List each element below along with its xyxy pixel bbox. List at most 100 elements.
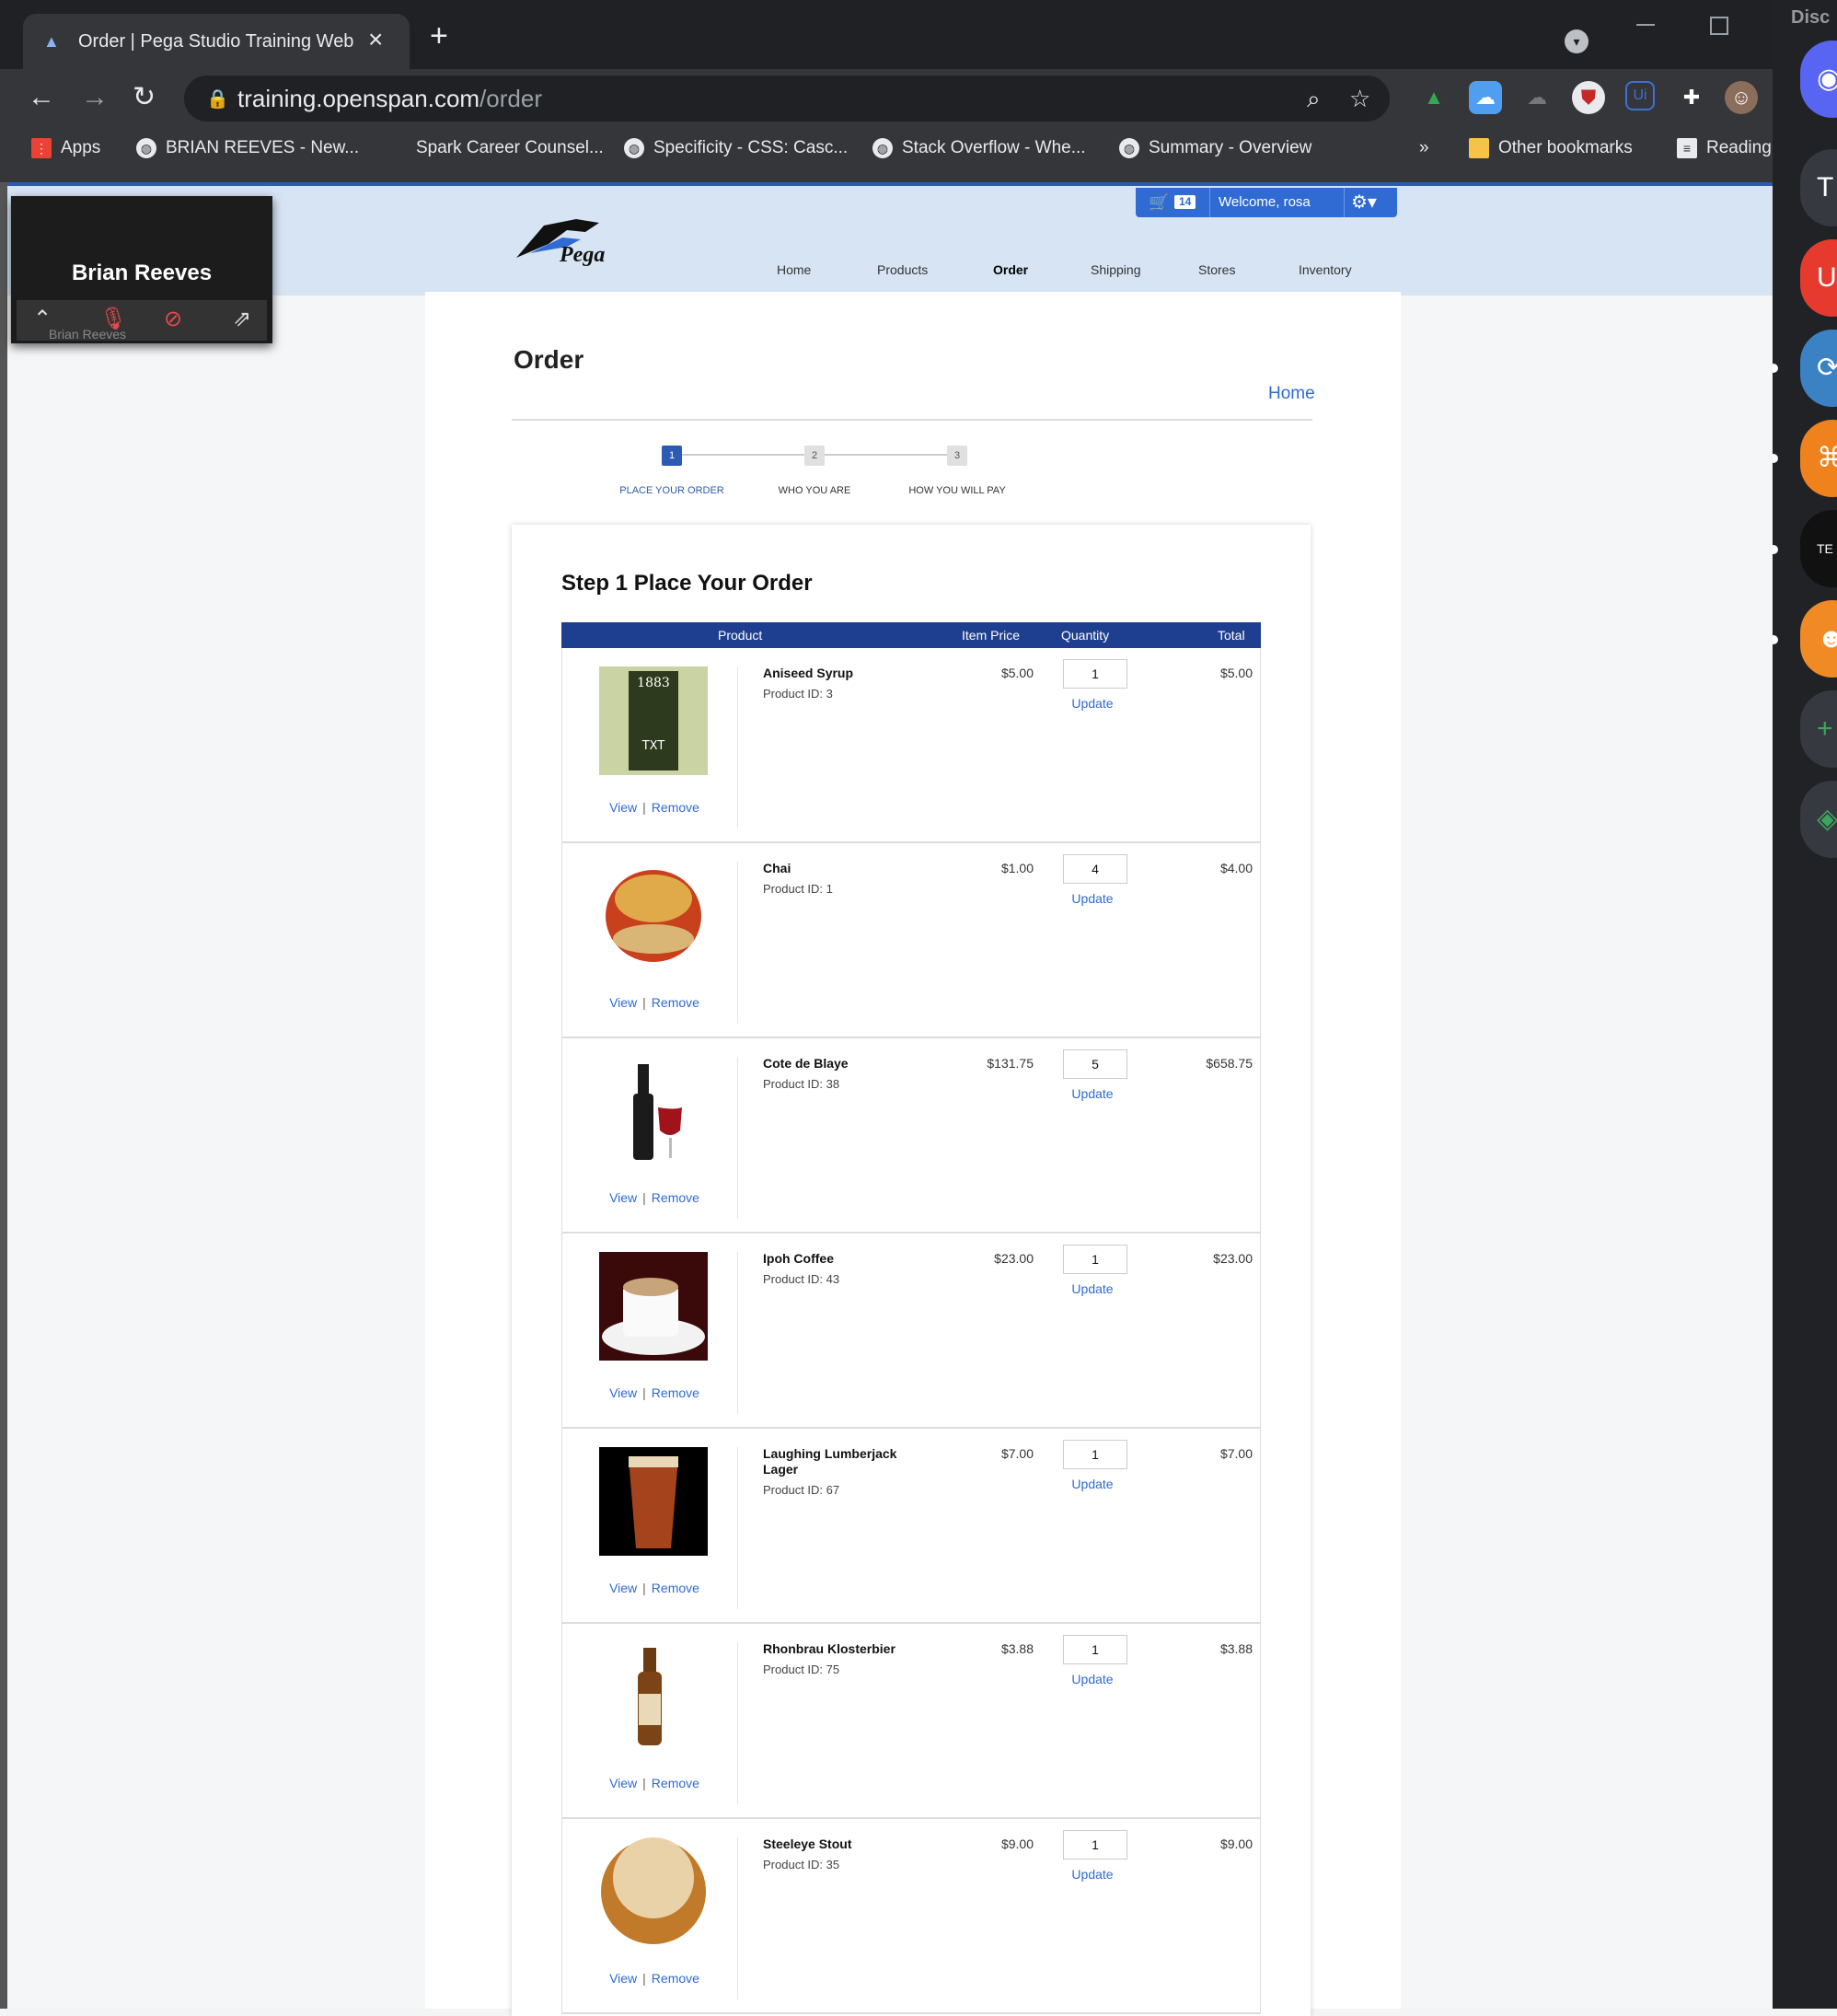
bookmark-1[interactable]: ◍ BRIAN REEVES - New... (136, 138, 359, 158)
reload-icon[interactable]: ↻ (133, 81, 156, 114)
view-link[interactable]: View (609, 1190, 637, 1205)
remove-link[interactable]: Remove (652, 1581, 699, 1595)
minimize-icon[interactable] (1636, 24, 1655, 26)
view-remove-links: View | Remove (562, 1190, 746, 1205)
cloud-grey-icon[interactable]: ☁ (1520, 81, 1554, 114)
bookmark-2[interactable]: Spark Career Counsel... (416, 138, 604, 158)
cell-divider (737, 666, 738, 828)
remove-link[interactable]: Remove (652, 995, 699, 1010)
close-tab-icon[interactable]: × (368, 25, 383, 54)
active-tab[interactable]: ▲ Order | Pega Studio Training Web Ap × (23, 14, 410, 69)
quantity-input[interactable] (1063, 1830, 1127, 1860)
bookmarks-overflow[interactable]: » (1419, 138, 1429, 158)
bookmark-4[interactable]: ◍ Stack Overflow - Whe... (872, 138, 1086, 158)
pop-out-icon[interactable]: ⇗ (233, 306, 251, 332)
link-separator: | (642, 1971, 646, 1986)
remove-link[interactable]: Remove (652, 1776, 699, 1790)
uipath-icon[interactable]: Ui (1625, 81, 1655, 110)
update-link[interactable]: Update (1051, 891, 1134, 906)
header-quantity: Quantity (1061, 628, 1110, 643)
nav-inventory[interactable]: Inventory (1299, 262, 1352, 277)
discord-header: Disc (1791, 7, 1831, 28)
view-link[interactable]: View (609, 1581, 637, 1595)
update-link[interactable]: Update (1051, 1086, 1134, 1101)
nav-stores[interactable]: Stores (1198, 262, 1235, 277)
remove-link[interactable]: Remove (652, 1385, 699, 1400)
new-tab-button[interactable]: + (430, 20, 448, 52)
extensions-puzzle-icon[interactable]: ✚ (1675, 81, 1708, 114)
item-price: $7.00 (1000, 1446, 1034, 1461)
lager-glass-image (599, 1447, 708, 1556)
bookmark-apps[interactable]: ⋮ Apps (31, 138, 100, 158)
address-bar[interactable]: 🔒 training.openspan.com/order ⌕ ☆ (184, 75, 1390, 122)
table-row: View | Remove Steeleye Stout Product ID: 35 $… (561, 1819, 1261, 2014)
nav-home[interactable]: Home (777, 262, 811, 277)
product-id: Product ID: 3 (763, 687, 833, 701)
card-title: Step 1 Place Your Order (561, 571, 813, 596)
settings-gear-icon[interactable]: ⚙▾ (1351, 191, 1377, 214)
quantity-input[interactable] (1063, 1049, 1127, 1079)
globe-icon: ◍ (1119, 138, 1139, 158)
view-link[interactable]: View (609, 1776, 637, 1790)
update-link[interactable]: Update (1051, 1477, 1134, 1491)
server-u-label: U (1817, 262, 1837, 293)
zoom-magnifier-icon[interactable]: ⌕ (1307, 85, 1321, 114)
bookmark-star-icon[interactable]: ☆ (1349, 85, 1370, 113)
link-separator: | (642, 1581, 646, 1595)
quantity-input[interactable] (1063, 1440, 1127, 1469)
line-total: $5.00 (1219, 666, 1253, 680)
google-drive-icon[interactable]: ▲ (1417, 81, 1450, 114)
quantity-input[interactable] (1063, 854, 1127, 884)
welcome-menu[interactable]: Welcome, rosa (1219, 194, 1311, 210)
nav-shipping[interactable]: Shipping (1091, 262, 1141, 277)
table-header: Product Item Price Quantity Total (561, 622, 1261, 648)
quantity-input[interactable] (1063, 1245, 1127, 1274)
update-link[interactable]: Update (1051, 1281, 1134, 1296)
view-link[interactable]: View (609, 1971, 637, 1986)
zoom-video-panel[interactable]: Brian Reeves ⌃ 🎙 ⊘ ⇗ Brian Reeves (11, 196, 272, 343)
toolbar-divider (1344, 188, 1345, 217)
quantity-input[interactable] (1063, 659, 1127, 689)
breadcrumb-home[interactable]: Home (1268, 384, 1315, 404)
line-total: $9.00 (1219, 1836, 1253, 1851)
update-link[interactable]: Update (1051, 1672, 1134, 1686)
mcafee-icon[interactable]: ⛊ (1572, 81, 1605, 114)
video-off-icon[interactable]: ⊘ (164, 306, 182, 332)
view-link[interactable]: View (609, 995, 637, 1010)
remove-link[interactable]: Remove (652, 1190, 699, 1205)
view-remove-links: View | Remove (562, 1385, 746, 1400)
back-icon[interactable]: ← (28, 81, 55, 114)
line-total: $4.00 (1219, 861, 1253, 875)
user-toolbar: 🛒 14 Welcome, rosa ⚙▾ (1136, 188, 1397, 217)
svg-text:TXT: TXT (641, 739, 665, 753)
nav-order[interactable]: Order (993, 262, 1028, 277)
tab-search-icon[interactable]: ▾ (1565, 29, 1589, 53)
table-row: View | Remove Laughing Lumberjack Lager Prod… (561, 1429, 1261, 1624)
item-price: $131.75 (987, 1056, 1034, 1071)
link-separator: | (642, 800, 646, 815)
header-total: Total (1218, 628, 1245, 643)
cart-icon[interactable]: 🛒 (1149, 193, 1169, 213)
forward-icon[interactable]: → (81, 81, 109, 114)
reading-list[interactable]: ≡ Reading (1677, 138, 1772, 158)
update-link[interactable]: Update (1051, 696, 1134, 711)
profile-avatar[interactable]: ☺ (1725, 81, 1758, 114)
maximize-icon[interactable] (1710, 17, 1728, 35)
nav-products[interactable]: Products (877, 262, 928, 277)
divider (512, 419, 1312, 421)
bookmark-5[interactable]: ◍ Summary - Overview (1119, 138, 1311, 158)
step-2-marker: 2 (804, 446, 825, 466)
step-1-label: PLACE YOUR ORDER (619, 485, 724, 496)
remove-link[interactable]: Remove (652, 800, 699, 815)
pega-favicon-icon: ▲ (43, 32, 60, 51)
quantity-input[interactable] (1063, 1635, 1127, 1664)
update-link[interactable]: Update (1051, 1867, 1134, 1882)
bookmark-3[interactable]: ◍ Specificity - CSS: Casc... (624, 138, 848, 158)
other-bookmarks[interactable]: Other bookmarks (1469, 138, 1633, 158)
view-link[interactable]: View (609, 800, 637, 815)
remove-link[interactable]: Remove (652, 1971, 699, 1986)
product-id: Product ID: 38 (763, 1077, 840, 1091)
item-price: $23.00 (994, 1251, 1034, 1266)
cloud-icon[interactable]: ☁ (1469, 81, 1502, 114)
view-link[interactable]: View (609, 1385, 637, 1400)
